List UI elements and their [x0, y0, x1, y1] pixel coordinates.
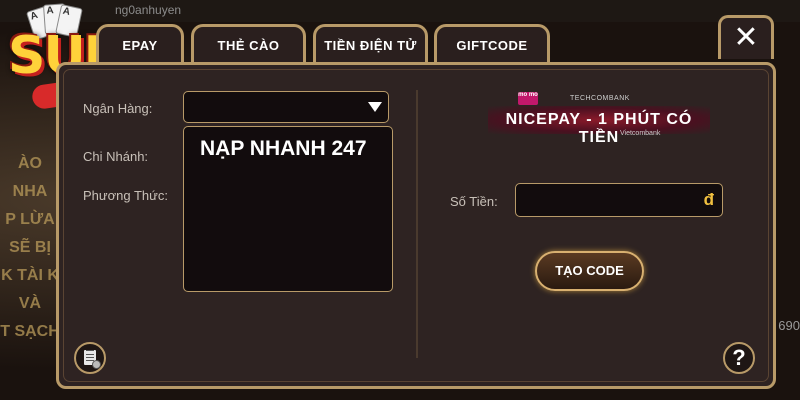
close-button[interactable]: ✕: [718, 15, 774, 59]
tab-label: TIỀN ĐIỆN TỬ: [324, 38, 417, 53]
close-icon: ✕: [733, 21, 759, 54]
help-icon: ?: [732, 345, 746, 370]
gear-icon: [92, 360, 101, 369]
tab-label: THẺ CÀO: [217, 38, 280, 53]
help-button[interactable]: ?: [723, 342, 755, 374]
background-promo-text: ÀO NHA P LỪA SẼ BỊ K TÀI K VÀ T SẠCH: [0, 155, 60, 340]
dropdown-option-nap-nhanh[interactable]: NẠP NHANH 247: [200, 137, 367, 161]
momo-logo: mo mo: [518, 92, 538, 105]
method-label: Phương Thức:: [83, 188, 168, 203]
nicepay-banner: mo mo TECHCOMBANK NICEPAY - 1 PHÚT CÓ TI…: [488, 92, 710, 146]
tab-giftcode[interactable]: GIFTCODE: [434, 24, 550, 66]
vietcombank-logo: Vietcombank: [620, 130, 661, 137]
banner-title: NICEPAY - 1 PHÚT CÓ TIỀN: [505, 111, 693, 146]
tab-tien-dien-tu[interactable]: TIỀN ĐIỆN TỬ: [313, 24, 428, 66]
bank-dropdown-list[interactable]: NẠP NHANH 247: [183, 126, 393, 292]
create-code-button[interactable]: TẠO CODE: [535, 251, 644, 291]
techcombank-logo: TECHCOMBANK: [570, 95, 630, 102]
tab-nicepay[interactable]: EPAY: [96, 24, 184, 66]
dropdown-arrow-icon: [368, 102, 382, 112]
branch-label: Chi Nhánh:: [83, 149, 149, 164]
amount-label: Số Tiền:: [450, 194, 498, 209]
amount-input[interactable]: đ: [515, 183, 723, 217]
tab-label: EPAY: [122, 38, 158, 53]
history-button[interactable]: [74, 342, 106, 374]
tab-the-cao[interactable]: THẺ CÀO: [191, 24, 306, 66]
bank-label: Ngân Hàng:: [83, 101, 153, 116]
panel-divider: [416, 90, 418, 358]
currency-symbol: đ: [703, 190, 714, 209]
bank-select[interactable]: [183, 91, 389, 123]
tab-label: GIFTCODE: [456, 38, 528, 53]
background-number: 690: [778, 318, 800, 333]
